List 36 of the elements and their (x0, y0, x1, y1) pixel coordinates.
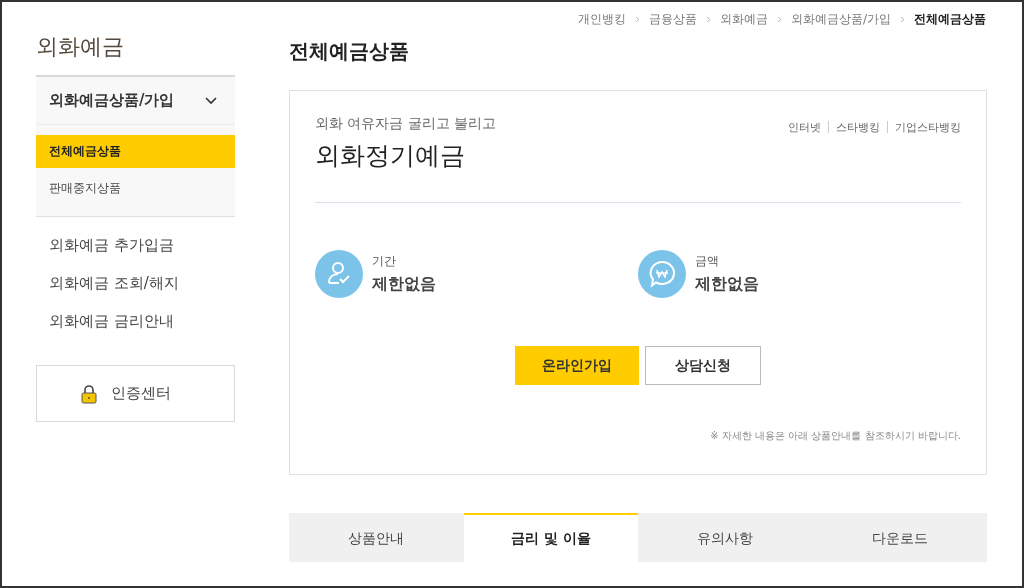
channel-label: 기업스타뱅킹 (895, 120, 961, 135)
chat-bubble-icon (638, 250, 686, 298)
breadcrumb-link[interactable]: 전체예금상품 (914, 10, 986, 28)
tab[interactable]: 유의사항 (638, 513, 813, 562)
page-title: 전체예금상품 (289, 38, 410, 65)
sidebar-item[interactable]: 외화예금 추가입금 (49, 231, 235, 269)
signup-button[interactable]: 온라인가입 (515, 346, 639, 385)
consult-button[interactable]: 상담신청 (645, 346, 761, 385)
sidebar-item[interactable]: 외화예금 조회/해지 (49, 269, 235, 307)
feature-value: 제한없음 (695, 274, 759, 295)
chevron-icon (634, 15, 640, 23)
chevron-icon (776, 15, 782, 23)
chevron-icon (705, 15, 711, 23)
breadcrumb-link[interactable]: 외화예금상품/가입 (790, 10, 891, 28)
person-check-icon (315, 250, 363, 298)
chevron-icon (900, 15, 905, 23)
breadcrumb-link[interactable]: 외화예금 (719, 10, 768, 28)
sidebar-item[interactable]: 외화예금 금리안내 (49, 307, 235, 345)
feature-label: 기간 (372, 253, 397, 270)
feature-value: 제한없음 (372, 274, 436, 295)
breadcrumb-link[interactable]: 금융상품 (648, 10, 697, 28)
breadcrumb-link[interactable]: 개인뱅킹 (577, 10, 626, 28)
auth-center-button[interactable]: 인증센터 (36, 365, 235, 422)
tab[interactable]: 다운로드 (812, 513, 987, 562)
product-subtitle: 외화 여유자금 굴리고 불리고 (315, 115, 497, 133)
tab[interactable]: 상품안내 (289, 513, 464, 562)
sidebar-title: 외화예금 (36, 33, 125, 61)
note-text: ※ 자세한 내용은 아래 상품안내를 참조하시기 바랍니다. (709, 429, 961, 443)
chevron-icon (205, 96, 217, 105)
channel-label: 스타뱅킹 (836, 120, 880, 135)
product-name: 외화정기예금 (315, 140, 466, 172)
feature-label: 금액 (695, 253, 720, 270)
submenu-item[interactable]: 판매중지상품 (36, 172, 235, 205)
channel-label: 인터넷 (788, 120, 821, 135)
lock-icon (80, 383, 97, 404)
submenu-item[interactable]: 전체예금상품 (36, 135, 235, 168)
